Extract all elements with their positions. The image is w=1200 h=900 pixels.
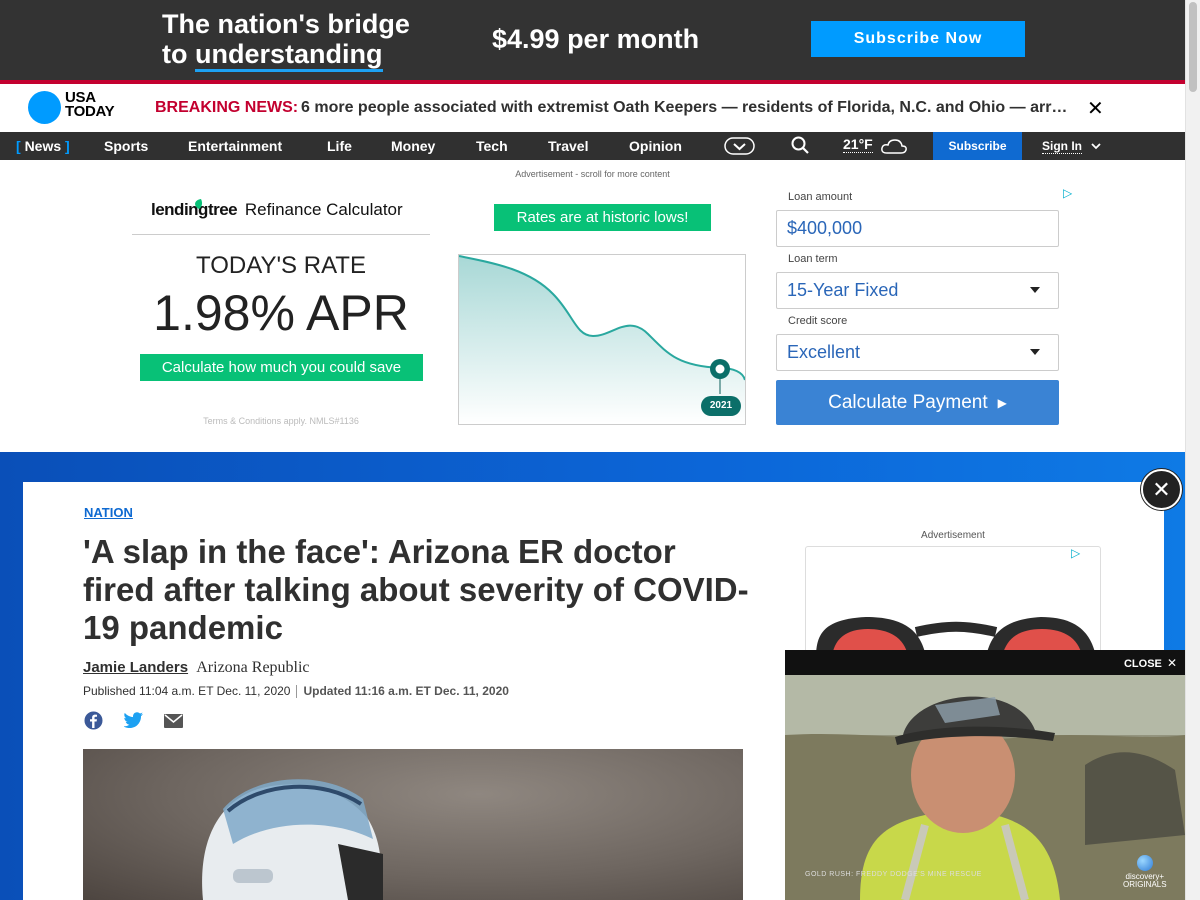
promo-tagline-line1: The nation's bridge <box>162 9 410 39</box>
weather-temperature[interactable]: 21°F <box>843 136 873 153</box>
search-icon[interactable] <box>791 136 810 160</box>
author-link[interactable]: Jamie Landers <box>83 659 188 676</box>
video-player-header: CLOSE ✕ <box>785 650 1185 675</box>
loan-amount-label: Loan amount <box>788 191 853 203</box>
nav-bracket-open: [ <box>16 138 21 154</box>
rate-label: TODAY'S RATE <box>196 252 366 279</box>
video-close-button[interactable]: CLOSE ✕ <box>1124 656 1177 670</box>
article-hero-image[interactable] <box>83 749 743 900</box>
chevron-down-icon <box>1091 139 1101 153</box>
lendingtree-leaf-icon <box>193 195 205 215</box>
chevron-down-circle-icon[interactable] <box>724 136 755 161</box>
main-nav: [ News ] Sports Entertainment Life Money… <box>0 132 1185 160</box>
adchoices-icon[interactable]: ▷ <box>1063 186 1072 200</box>
play-arrow-icon: ▶ <box>997 395 1007 410</box>
terms-text[interactable]: Terms & Conditions apply. NMLS#1136 <box>132 416 430 426</box>
rate-value: 1.98% APR <box>153 285 409 341</box>
calculate-payment-label: Calculate Payment <box>828 391 988 413</box>
discovery-plus-logo: discovery+ ORIGINALS <box>1123 855 1167 889</box>
twitter-icon[interactable] <box>123 711 144 734</box>
close-icon[interactable]: ✕ <box>1087 96 1104 121</box>
subscription-promo-bar: The nation's bridge to understanding $4.… <box>0 0 1185 80</box>
scrollbar-thumb[interactable] <box>1189 2 1197 92</box>
close-icon: ✕ <box>1166 656 1177 670</box>
subscribe-now-button[interactable]: Subscribe Now <box>811 21 1025 57</box>
email-icon[interactable] <box>164 714 183 733</box>
loan-term-select[interactable]: 15-Year Fixed <box>776 272 1059 309</box>
promo-price: $4.99 per month <box>492 24 700 54</box>
sidebar-ad-label: Advertisement <box>921 530 985 541</box>
close-ad-button[interactable]: ✕ <box>1141 469 1182 510</box>
video-close-label: CLOSE <box>1123 658 1162 670</box>
adchoices-icon[interactable]: ▷ <box>1071 546 1080 560</box>
section-label[interactable]: NATION <box>84 505 133 520</box>
page-scrollbar[interactable] <box>1185 0 1200 900</box>
sign-in-button[interactable]: Sign In <box>1042 139 1101 154</box>
caret-down-icon <box>1030 287 1040 293</box>
video-player[interactable]: GOLD RUSH: FREDDY DODGE'S MINE RESCUE di… <box>785 675 1185 900</box>
caret-down-icon <box>1030 349 1040 355</box>
divider <box>132 234 430 235</box>
discovery-globe-icon <box>1136 855 1153 871</box>
nav-item-label: News <box>24 138 62 154</box>
byline: Jamie Landers Arizona Republic <box>83 659 310 677</box>
facebook-icon[interactable] <box>84 711 103 735</box>
promo-tagline: The nation's bridge to understanding <box>162 9 410 72</box>
subscribe-button[interactable]: Subscribe <box>933 132 1022 160</box>
credit-score-label: Credit score <box>788 315 848 327</box>
publish-dates: Published 11:04 a.m. ET Dec. 11, 2020 Upd… <box>83 684 509 699</box>
chart-badge: Rates are at historic lows! <box>494 204 711 231</box>
chart-point-label: 2021 <box>709 400 733 411</box>
rate-trend-chart: 2021 <box>458 254 746 425</box>
published-date: Published 11:04 a.m. ET Dec. 11, 2020 <box>83 684 291 698</box>
promo-tagline-underlined: understanding <box>195 39 383 72</box>
promo-tagline-prefix: to <box>162 39 195 69</box>
usa-today-logo-dot[interactable] <box>28 91 61 124</box>
nav-item-travel[interactable]: Travel <box>548 138 588 154</box>
nav-item-news[interactable]: [ News ] <box>16 138 70 154</box>
close-icon: ✕ <box>1152 476 1171 502</box>
credit-score-value: Excellent <box>787 342 861 362</box>
credit-score-select[interactable]: Excellent <box>776 334 1059 371</box>
divider <box>296 685 298 699</box>
breaking-news-headline[interactable]: 6 more people associated with extremist … <box>301 99 1071 117</box>
sign-in-label: Sign In <box>1042 139 1082 154</box>
updated-date: Updated 11:16 a.m. ET Dec. 11, 2020 <box>303 684 509 698</box>
usa-today-logo[interactable]: USA TODAY <box>65 90 115 120</box>
breaking-news-label: BREAKING NEWS: <box>155 99 299 116</box>
logo-line2: TODAY <box>65 103 115 120</box>
nav-item-entertainment[interactable]: Entertainment <box>188 138 282 154</box>
refinance-ad: Advertisement - scroll for more content … <box>0 160 1185 452</box>
calculator-title: Refinance Calculator <box>244 200 403 219</box>
nav-item-life[interactable]: Life <box>327 138 352 154</box>
calculate-savings-button[interactable]: Calculate how much you could save <box>140 354 423 381</box>
lendingtree-logo[interactable]: lendingtree Refinance Calculator <box>151 199 403 220</box>
nav-item-sports[interactable]: Sports <box>104 138 148 154</box>
loan-term-value: 15-Year Fixed <box>787 280 899 300</box>
breaking-news-bar: USA TODAY BREAKING NEWS: 6 more people a… <box>0 84 1185 132</box>
sidebar-ad[interactable] <box>805 546 1101 656</box>
ad-note: Advertisement - scroll for more content <box>515 169 670 179</box>
nav-item-money[interactable]: Money <box>391 138 435 154</box>
cloud-icon[interactable] <box>880 137 908 160</box>
publication-name: Arizona Republic <box>196 659 310 676</box>
loan-term-label: Loan term <box>788 253 838 265</box>
article-headline: 'A slap in the face': Arizona ER doctor … <box>83 533 749 646</box>
calculate-payment-button[interactable]: Calculate Payment ▶ <box>776 380 1059 425</box>
brand-line2: ORIGINALS <box>1123 880 1167 889</box>
nav-bracket-close: ] <box>65 138 70 154</box>
nav-item-opinion[interactable]: Opinion <box>629 138 682 154</box>
nav-item-tech[interactable]: Tech <box>476 138 508 154</box>
loan-amount-field[interactable]: $400,000 <box>776 210 1059 247</box>
video-caption: GOLD RUSH: FREDDY DODGE'S MINE RESCUE <box>805 871 982 878</box>
